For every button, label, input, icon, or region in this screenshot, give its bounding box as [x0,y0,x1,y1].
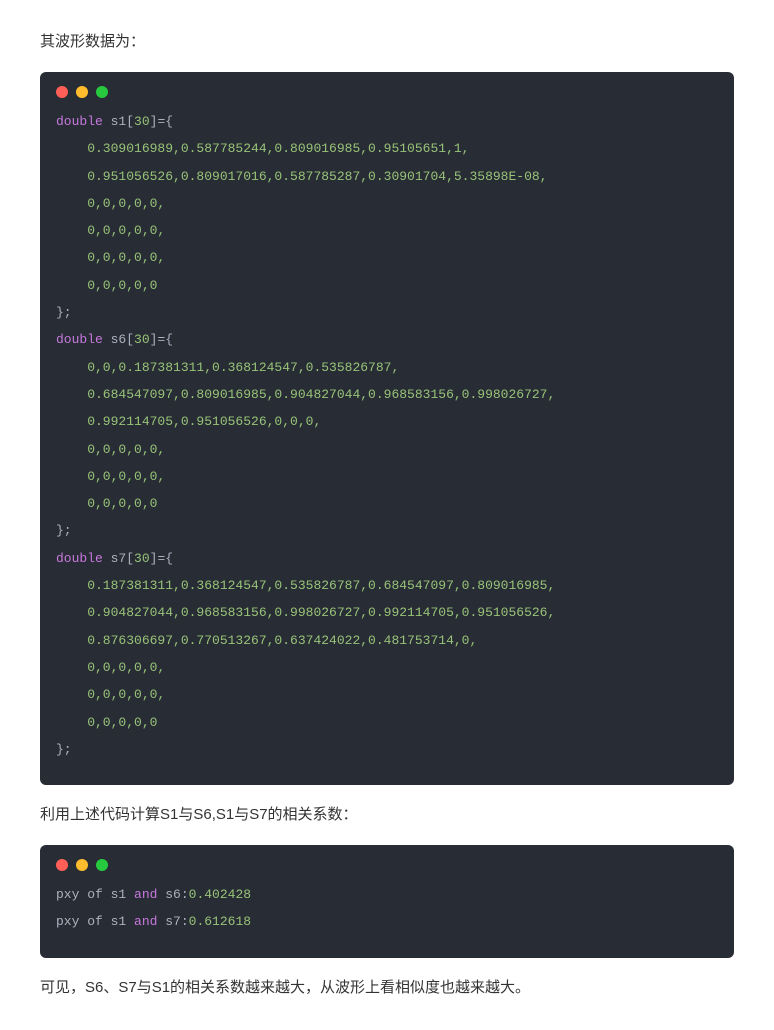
code-line: 0,0,0,0,0, [56,250,165,265]
output-text: s6: [157,887,188,902]
code-line: 0,0,0.187381311,0.368124547,0.535826787, [56,360,399,375]
bracket: ]={ [150,332,173,347]
number: 30 [134,114,150,129]
close-icon [56,859,68,871]
window-controls [40,845,734,873]
code-line: 0.904827044,0.968583156,0.998026727,0.99… [56,605,555,620]
keyword: double [56,551,103,566]
output-value: 0.402428 [189,887,251,902]
bracket: ]={ [150,114,173,129]
code-line: 0,0,0,0,0, [56,442,165,457]
keyword-and: and [134,887,157,902]
code-block-1: double s1[30]={ 0.309016989,0.587785244,… [40,72,734,785]
close-icon [56,86,68,98]
maximize-icon [96,859,108,871]
code-block-2: pxy of s1 and s6:0.402428 pxy of s1 and … [40,845,734,958]
close-brace: }; [56,523,72,538]
keyword: double [56,332,103,347]
number: 30 [134,332,150,347]
code-line: 0,0,0,0,0, [56,196,165,211]
code-content-1: double s1[30]={ 0.309016989,0.587785244,… [40,100,734,785]
code-line: 0.309016989,0.587785244,0.809016985,0.95… [56,141,469,156]
minimize-icon [76,859,88,871]
keyword-and: and [134,914,157,929]
output-text: pxy of s1 [56,887,134,902]
code-line: 0,0,0,0,0, [56,660,165,675]
code-line: 0,0,0,0,0, [56,687,165,702]
code-line: 0,0,0,0,0 [56,496,157,511]
code-line: 0,0,0,0,0, [56,223,165,238]
close-brace: }; [56,742,72,757]
mid-text: 利用上述代码计算S1与S6,S1与S7的相关系数： [40,803,734,827]
intro-text: 其波形数据为： [40,30,734,54]
code-line: 0.684547097,0.809016985,0.904827044,0.96… [56,387,555,402]
output-text: pxy of s1 [56,914,134,929]
minimize-icon [76,86,88,98]
conclusion-text: 可见，S6、S7与S1的相关系数越来越大，从波形上看相似度也越来越大。 [40,976,734,1000]
number: 30 [134,551,150,566]
code-line: 0.951056526,0.809017016,0.587785287,0.30… [56,169,547,184]
close-brace: }; [56,305,72,320]
code-line: 0,0,0,0,0, [56,469,165,484]
code-line: 0,0,0,0,0 [56,715,157,730]
code-line: 0,0,0,0,0 [56,278,157,293]
output-text: s7: [157,914,188,929]
identifier: s1[ [103,114,134,129]
identifier: s6[ [103,332,134,347]
output-value: 0.612618 [189,914,251,929]
bracket: ]={ [150,551,173,566]
window-controls [40,72,734,100]
code-line: 0.992114705,0.951056526,0,0,0, [56,414,321,429]
identifier: s7[ [103,551,134,566]
code-line: 0.876306697,0.770513267,0.637424022,0.48… [56,633,477,648]
keyword: double [56,114,103,129]
code-line: 0.187381311,0.368124547,0.535826787,0.68… [56,578,555,593]
code-content-2: pxy of s1 and s6:0.402428 pxy of s1 and … [40,873,734,958]
maximize-icon [96,86,108,98]
